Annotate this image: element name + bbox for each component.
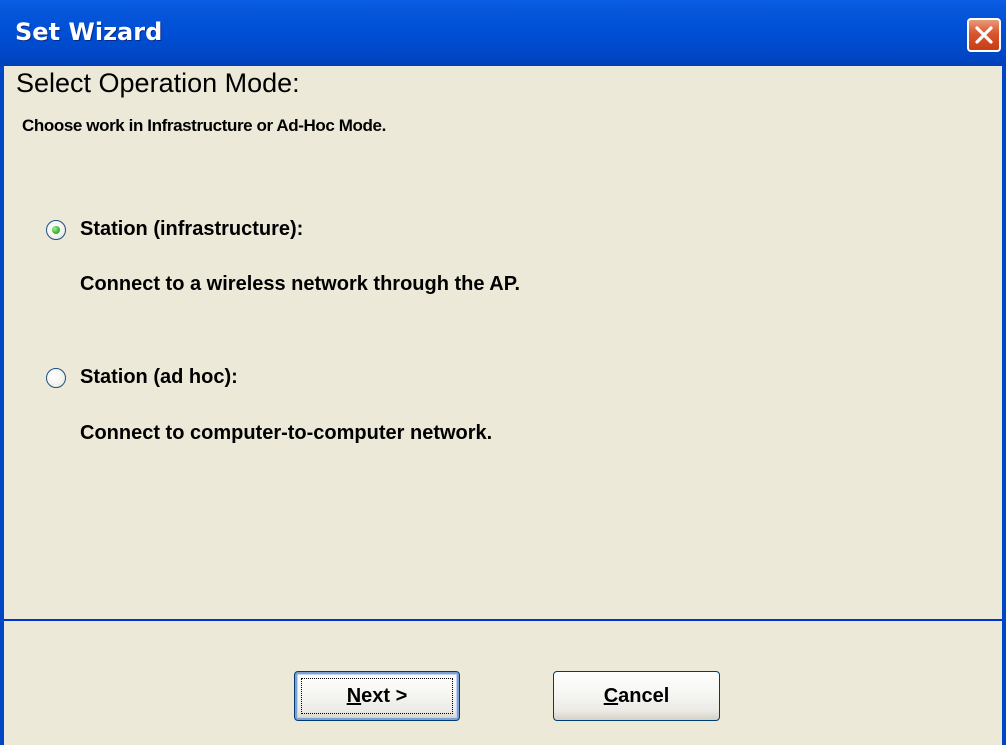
close-icon [975,26,993,44]
cancel-accelerator: C [603,684,619,707]
option-description-infrastructure: Connect to a wireless network through th… [80,273,521,295]
wizard-window: Set Wizard Select Operation Mode: Choose… [0,0,1006,745]
cancel-label-rest: ancel [618,684,670,707]
radio-option-adhoc[interactable]: Station (ad hoc): [46,366,238,389]
focus-ring [301,678,453,714]
option-label-adhoc[interactable]: Station (ad hoc): [80,366,238,389]
cancel-button-label: Cancel [604,685,670,708]
page-subheading: Choose work in Infrastructure or Ad-Hoc … [22,116,386,135]
close-button[interactable] [967,18,1001,52]
radio-selected-dot [52,225,60,234]
window-frame-left [0,66,4,745]
next-button[interactable]: Next > [294,671,460,721]
radio-option-infrastructure[interactable]: Station (infrastructure): [46,218,303,241]
title-bar[interactable]: Set Wizard [0,0,1006,66]
option-label-infrastructure[interactable]: Station (infrastructure): [80,218,303,241]
footer-separator [4,619,1002,621]
radio-button-infrastructure[interactable] [46,219,66,240]
page-heading: Select Operation Mode: [16,68,300,98]
radio-button-adhoc[interactable] [46,367,66,388]
window-frame-right [1002,66,1006,745]
option-description-adhoc: Connect to computer-to-computer network. [80,422,493,444]
window-title: Set Wizard [15,18,163,46]
cancel-button[interactable]: Cancel [553,671,720,721]
